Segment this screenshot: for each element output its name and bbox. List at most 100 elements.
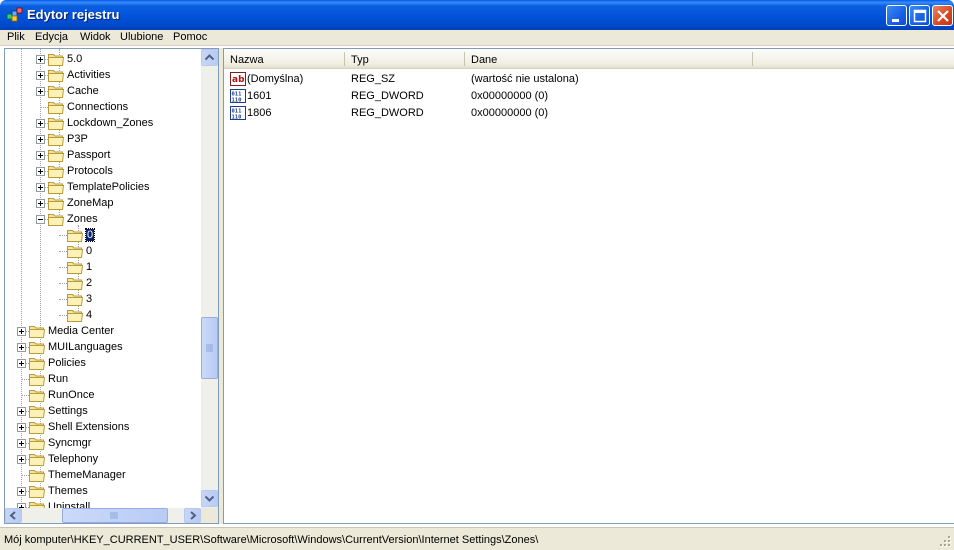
folder-icon — [67, 292, 84, 306]
scroll-down-button[interactable] — [201, 490, 218, 507]
expand-icon[interactable] — [36, 87, 45, 96]
scroll-right-button[interactable] — [184, 508, 201, 523]
menu-edycja[interactable]: Edycja — [35, 31, 68, 43]
expand-icon[interactable] — [17, 487, 26, 496]
close-button[interactable] — [932, 5, 953, 26]
tree-item-label: 5.0 — [67, 53, 83, 65]
column-header-data-label: Dane — [471, 54, 498, 66]
expand-icon[interactable] — [36, 71, 45, 80]
expand-icon[interactable] — [36, 135, 45, 144]
tree-item[interactable]: 2 — [5, 275, 201, 291]
column-header-name[interactable]: Nazwa — [224, 49, 345, 69]
values-list-pane[interactable]: Nazwa Typ Dane ab (Domyślna) REG_SZ (wartoś… — [223, 48, 954, 524]
tree-item[interactable]: Shell Extensions — [5, 419, 201, 435]
tree-item[interactable]: 0 — [5, 243, 201, 259]
tree-item-label: 2 — [86, 277, 93, 289]
scroll-thumb[interactable] — [201, 317, 218, 379]
tree-item[interactable]: P3P — [5, 131, 201, 147]
tree-item[interactable]: 4 — [5, 307, 201, 323]
tree-item[interactable]: Policies — [5, 355, 201, 371]
tree-item[interactable]: MUILanguages — [5, 339, 201, 355]
tree-item-label: Shell Extensions — [48, 421, 130, 433]
tree-item[interactable]: Cache — [5, 83, 201, 99]
key-tree-pane[interactable]: 5.0 Activities Cache Connections Lockdown_Zo… — [4, 48, 219, 524]
tree-item[interactable]: 1 — [5, 259, 201, 275]
folder-icon — [29, 452, 46, 466]
value-name: 1806 — [247, 107, 272, 119]
folder-icon — [48, 196, 65, 210]
tree-item[interactable]: 5.0 — [5, 51, 201, 67]
binary-value-icon: 011 110 — [230, 105, 246, 121]
expand-icon[interactable] — [17, 455, 26, 464]
tree-item[interactable]: Protocols — [5, 163, 201, 179]
value-data: (wartość nie ustalona) — [471, 73, 579, 85]
string-value-icon: ab — [230, 71, 246, 87]
folder-icon — [48, 148, 65, 162]
menu-plik[interactable]: Plik — [7, 31, 25, 43]
arrow-right-icon — [190, 511, 197, 520]
tree-item[interactable]: Uninstall — [5, 499, 201, 508]
tree-item[interactable]: 0 — [5, 227, 201, 243]
tree-item[interactable]: Media Center — [5, 323, 201, 339]
tree-item[interactable]: Zones — [5, 211, 201, 227]
tree-item-label: Uninstall — [48, 501, 91, 508]
expand-icon[interactable] — [17, 407, 26, 416]
tree-item[interactable]: Syncmgr — [5, 435, 201, 451]
value-row[interactable]: 011 110 1601 REG_DWORD 0x00000000 (0) — [224, 88, 954, 105]
column-header-type[interactable]: Typ — [345, 49, 465, 69]
menu-ulubione[interactable]: Ulubione — [120, 31, 163, 43]
column-header-name-label: Nazwa — [230, 54, 264, 66]
expand-icon[interactable] — [17, 327, 26, 336]
tree-item[interactable]: Run — [5, 371, 201, 387]
tree-item-label: P3P — [67, 133, 88, 145]
scroll-left-button[interactable] — [5, 508, 22, 523]
expand-icon[interactable] — [17, 423, 26, 432]
collapse-icon[interactable] — [36, 215, 45, 224]
svg-text:110: 110 — [232, 98, 242, 104]
expand-icon[interactable] — [17, 439, 26, 448]
expand-icon[interactable] — [36, 199, 45, 208]
tree-item[interactable]: 3 — [5, 291, 201, 307]
tree-item[interactable]: Themes — [5, 483, 201, 499]
tree-horizontal-scrollbar[interactable] — [5, 508, 201, 523]
maximize-button[interactable] — [909, 5, 930, 26]
folder-icon — [48, 180, 65, 194]
tree-item[interactable]: TemplatePolicies — [5, 179, 201, 195]
tree-item-label: RunOnce — [48, 389, 95, 401]
regedit-icon — [6, 7, 23, 22]
value-type: REG_DWORD — [351, 107, 424, 119]
expand-icon[interactable] — [36, 119, 45, 128]
menu-pomoc[interactable]: Pomoc — [173, 31, 207, 43]
folder-icon — [48, 116, 65, 130]
expand-icon[interactable] — [36, 55, 45, 64]
expand-icon[interactable] — [17, 343, 26, 352]
tree-item[interactable]: Settings — [5, 403, 201, 419]
value-row[interactable]: 011 110 1806 REG_DWORD 0x00000000 (0) — [224, 105, 954, 122]
tree-item[interactable]: Lockdown_Zones — [5, 115, 201, 131]
value-row[interactable]: ab (Domyślna) REG_SZ (wartość nie ustalona) — [224, 71, 954, 88]
expand-icon[interactable] — [36, 167, 45, 176]
tree-item-label: Activities — [67, 69, 111, 81]
scroll-up-button[interactable] — [201, 49, 218, 66]
folder-icon — [67, 244, 84, 258]
tree-item[interactable]: RunOnce — [5, 387, 201, 403]
tree-item[interactable]: Passport — [5, 147, 201, 163]
title-bar[interactable]: Edytor rejestru — [0, 0, 954, 30]
tree-item[interactable]: ThemeManager — [5, 467, 201, 483]
tree-item[interactable]: Connections — [5, 99, 201, 115]
expand-icon[interactable] — [17, 359, 26, 368]
expand-icon[interactable] — [36, 183, 45, 192]
folder-icon — [48, 212, 65, 226]
tree-vertical-scrollbar[interactable] — [201, 49, 218, 508]
folder-icon — [29, 356, 46, 370]
minimize-button[interactable] — [886, 5, 907, 26]
folder-icon — [29, 372, 46, 386]
expand-icon[interactable] — [36, 151, 45, 160]
tree-item[interactable]: Telephony — [5, 451, 201, 467]
resize-grip-icon[interactable] — [940, 536, 952, 548]
tree-item[interactable]: Activities — [5, 67, 201, 83]
tree-item[interactable]: ZoneMap — [5, 195, 201, 211]
hscroll-thumb[interactable] — [62, 508, 168, 523]
column-header-data[interactable]: Dane — [465, 49, 753, 69]
menu-widok[interactable]: Widok — [80, 31, 111, 43]
